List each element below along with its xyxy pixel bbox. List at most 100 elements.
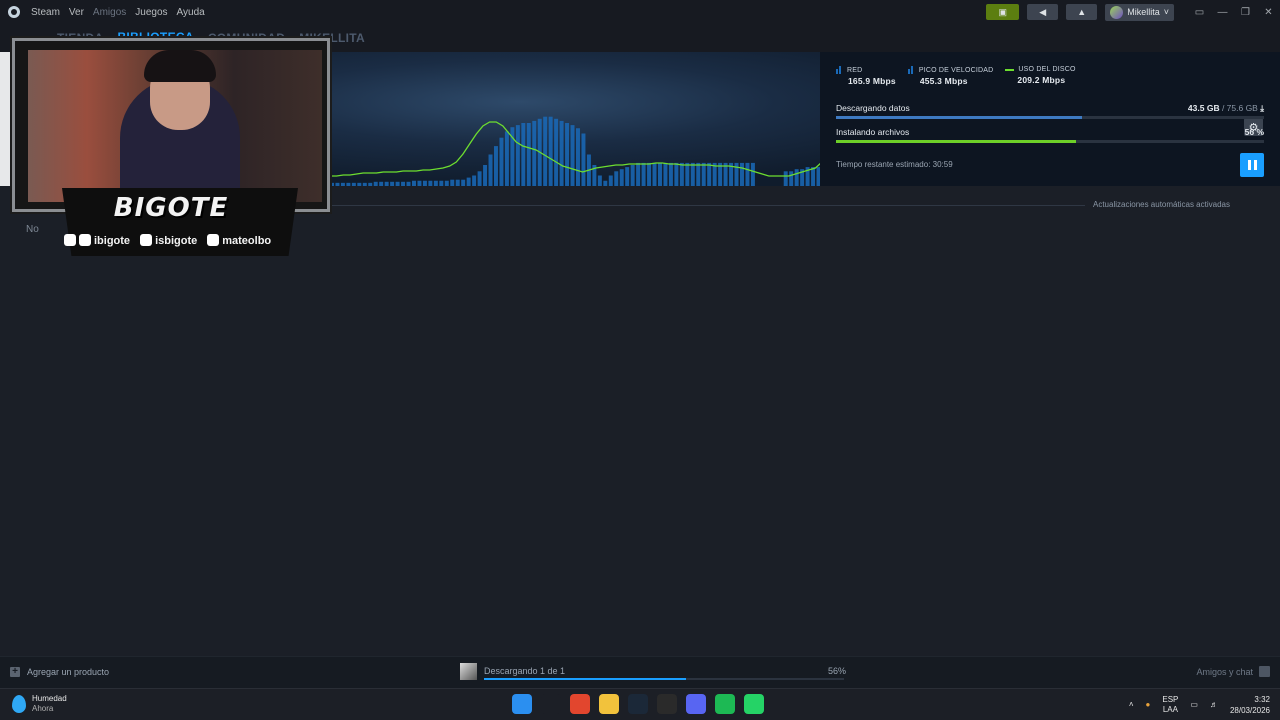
weather-sub: Ahora — [32, 704, 54, 713]
windows-taskbar: Humedad Ahora ˄ ● ESP LAA ▭ ♬ 3:32 28/03… — [0, 688, 1280, 720]
network-bar — [340, 182, 345, 186]
language-indicator[interactable]: ESP LAA — [1162, 695, 1178, 715]
big-picture-button[interactable]: ▣ — [986, 4, 1020, 20]
network-bar — [368, 182, 373, 186]
download-size: 43.5 GB / 75.6 GB ⤓ — [1188, 103, 1264, 114]
steam-logo-icon — [8, 6, 20, 18]
install-percent: 56 % — [1244, 127, 1264, 137]
network-bar — [625, 167, 630, 186]
menu-steam[interactable]: Steam — [31, 7, 60, 18]
menu-juegos[interactable]: Juegos — [135, 7, 167, 18]
social-handle-tiktok: isbigote — [155, 235, 198, 247]
network-bar — [674, 162, 679, 186]
volume-icon[interactable]: ♬ — [1210, 700, 1218, 710]
stat-disk-label: USO DEL DISCO — [1018, 66, 1076, 73]
menu-ayuda[interactable]: Ayuda — [177, 7, 205, 18]
network-bar — [526, 123, 531, 186]
announcements-button[interactable]: ◀ — [1027, 4, 1059, 20]
downloads-progress-bar — [484, 678, 844, 680]
streamer-hair — [144, 50, 216, 82]
close-button[interactable]: ✕ — [1257, 7, 1280, 18]
taskbar-apps — [512, 694, 764, 714]
network-bar — [494, 146, 498, 186]
bars-legend-icon — [907, 66, 915, 74]
network-bar — [357, 182, 362, 186]
chevron-up-icon[interactable]: ˄ — [1129, 700, 1134, 710]
network-bar — [335, 182, 340, 186]
weather-widget[interactable]: Humedad Ahora — [12, 694, 67, 714]
pause-button[interactable] — [1240, 153, 1264, 177]
network-bar — [707, 162, 712, 186]
network-bar — [663, 162, 668, 186]
menu-ver[interactable]: Ver — [69, 7, 84, 18]
controller-icon: ▣ — [998, 6, 1007, 17]
network-bar — [477, 171, 482, 186]
menu-amigos[interactable]: Amigos — [93, 7, 126, 18]
tiktok-icon — [140, 234, 153, 246]
restore-button[interactable]: ❐ — [1234, 7, 1257, 18]
network-bar — [565, 123, 570, 186]
downloaded-size: 43.5 GB — [1187, 103, 1220, 113]
menu-bar: Steam Ver Amigos Juegos Ayuda — [0, 6, 205, 18]
download-icon: ⤓ — [1260, 103, 1264, 113]
discord-icon[interactable] — [686, 694, 706, 714]
windows-start-icon[interactable] — [512, 694, 532, 714]
total-size: / 75.6 GB — [1219, 103, 1258, 113]
network-bar — [466, 177, 471, 186]
user-menu-button[interactable]: Mikellita ˅ — [1105, 3, 1174, 21]
language-bottom: LAA — [1162, 705, 1178, 714]
network-bar — [395, 181, 400, 186]
install-progress-bar — [836, 140, 1264, 143]
whatsapp-icon[interactable] — [744, 694, 764, 714]
monitor-icon[interactable]: ▭ — [1188, 7, 1211, 18]
spotify-icon[interactable] — [715, 694, 735, 714]
auto-updates-label: Actualizaciones automáticas activadas — [1093, 200, 1230, 209]
megaphone-icon: ◀ — [1039, 6, 1047, 17]
stat-peak: PICO DE VELOCIDAD 455.3 Mbps — [907, 66, 994, 86]
bars-legend-icon — [836, 66, 843, 74]
friends-chat-label: Amigos y chat — [1196, 666, 1253, 677]
network-bar — [685, 162, 690, 186]
network-bar — [652, 162, 657, 186]
social-instagram: mateolbo — [207, 234, 271, 247]
game-thumbnail[interactable] — [460, 663, 477, 680]
network-icon[interactable]: ▭ — [1190, 700, 1198, 710]
steam-icon[interactable] — [628, 694, 648, 714]
network-bar — [614, 171, 619, 186]
network-bar — [461, 179, 466, 186]
downloads-status[interactable]: Descargando 1 de 1 — [484, 666, 565, 676]
network-bar — [581, 133, 586, 186]
network-bar — [750, 162, 755, 186]
network-bar — [570, 125, 575, 186]
network-bar — [794, 169, 799, 186]
network-bar — [455, 179, 460, 186]
network-bar — [390, 181, 395, 186]
file-explorer-icon[interactable] — [599, 694, 619, 714]
chat-icon — [1259, 666, 1270, 677]
obs-icon[interactable] — [657, 694, 677, 714]
clock[interactable]: 3:32 28/03/2026 — [1230, 694, 1270, 716]
line-legend-icon — [1005, 68, 1015, 71]
network-bar — [428, 180, 433, 186]
friends-chat-button[interactable]: Amigos y chat — [1196, 666, 1270, 677]
minimize-button[interactable]: — — [1211, 7, 1234, 18]
network-bar — [373, 181, 378, 186]
notifications-button[interactable]: ▲ — [1066, 4, 1098, 20]
overlay-brand: BIGOTE — [113, 193, 229, 223]
brave-icon[interactable] — [570, 694, 590, 714]
social-twitch-kick: ibigote — [64, 234, 130, 247]
social-handle-instagram: mateolbo — [222, 235, 272, 247]
network-bar — [811, 167, 816, 186]
downloading-label: Descargando datos — [836, 103, 910, 113]
stat-network-label: RED — [847, 66, 863, 74]
network-bar — [401, 181, 406, 186]
download-stats: RED 165.9 Mbps PICO DE VELOCIDAD 455.3 M… — [836, 66, 1076, 86]
search-icon[interactable] — [541, 694, 561, 714]
webcam-overlay: BIGOTE ibigote isbigote mateolbo — [12, 38, 330, 258]
microphone-icon[interactable]: ● — [1146, 700, 1151, 710]
add-product-button[interactable]: + Agregar un producto — [10, 667, 109, 677]
network-bar — [515, 125, 520, 186]
stat-network: RED 165.9 Mbps — [836, 66, 896, 86]
time-remaining: Tiempo restante estimado: 30:59 — [836, 160, 953, 169]
pause-icon — [1247, 160, 1251, 170]
